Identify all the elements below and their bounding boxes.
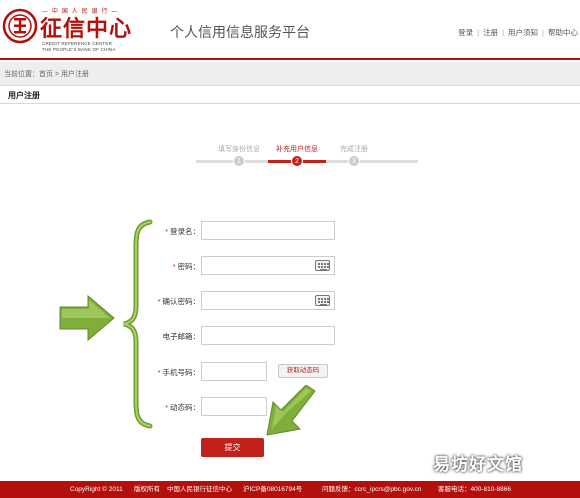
- nav-login-link[interactable]: 登录: [458, 28, 473, 37]
- footer-hotline: 客服电话：400-810-8866: [438, 486, 511, 493]
- nav-separator: |: [502, 28, 505, 37]
- nav-register-link[interactable]: 注册: [483, 28, 498, 37]
- submit-button[interactable]: 提交: [201, 438, 264, 457]
- nav-separator: |: [542, 28, 544, 37]
- credit-center-logo[interactable]: — 中 国 人 民 银 行 — 征信中心 CREDIT REFERENCE CE…: [2, 6, 134, 56]
- site-footer: CopyRight © 2011 版权所有 中国人民银行征信中心 沪ICP备08…: [0, 481, 580, 498]
- nav-separator: |: [477, 28, 480, 37]
- dynamic-code-input[interactable]: [201, 397, 267, 416]
- step-2-number: 2: [291, 155, 303, 167]
- seal-icon: [2, 8, 38, 44]
- required-mark: *: [165, 227, 168, 236]
- required-mark: *: [157, 297, 161, 306]
- email-row: 电子邮箱：: [140, 326, 360, 346]
- logo-name: 征信中心: [40, 16, 133, 42]
- footer-copyright: CopyRight © 2011: [70, 486, 123, 493]
- step-3-label: 完成注册: [340, 146, 368, 153]
- breadcrumb-bar: 当前位置：首页 > 用户注册: [0, 62, 580, 86]
- get-code-button[interactable]: 获取动态码: [278, 364, 328, 378]
- logo-english-line1: CREDIT REFERENCE CENTER: [42, 41, 113, 46]
- site-title: 个人信用信息服务平台: [170, 24, 310, 40]
- email-input[interactable]: [201, 326, 335, 345]
- login-name-row: * 登录名：: [140, 221, 360, 241]
- mobile-input[interactable]: [201, 362, 267, 381]
- confirm-password-label: * 确认密码：: [157, 297, 200, 306]
- breadcrumb: 当前位置：首页 > 用户注册: [4, 71, 89, 78]
- required-mark: *: [165, 403, 168, 412]
- confirm-password-row: * 确认密码：: [140, 291, 360, 311]
- watermark: 易坊好文馆: [433, 455, 523, 474]
- footer-rights: 版权所有: [134, 486, 160, 493]
- title-divider: [0, 103, 580, 104]
- required-mark: *: [172, 262, 176, 271]
- keyboard-icon[interactable]: [315, 260, 330, 271]
- password-input[interactable]: [201, 256, 335, 275]
- nav-help-link[interactable]: 帮助中心: [548, 28, 578, 37]
- dynamic-code-label: * 动态码：: [165, 403, 200, 412]
- confirm-password-input[interactable]: [201, 291, 335, 310]
- logo-english-line2: THE PEOPLE'S BANK OF CHINA: [42, 47, 116, 52]
- page-title: 用户注册: [8, 91, 40, 100]
- green-arrow-right-icon: [59, 294, 115, 342]
- step-1-label: 填写身份信息: [218, 146, 260, 153]
- footer-org: 中国人民银行征信中心: [167, 486, 232, 493]
- footer-feedback[interactable]: 问题反馈：ccrc_ipcrs@pbc.gov.cn: [322, 481, 421, 498]
- top-nav: 登录 | 注册 | 用户须知 | 帮助中心: [458, 27, 578, 38]
- mobile-label: * 手机号码：: [157, 368, 200, 377]
- site-header: — 中 国 人 民 银 行 — 征信中心 CREDIT REFERENCE CE…: [0, 0, 580, 60]
- email-label: 电子邮箱：: [162, 332, 201, 341]
- dynamic-code-row: * 动态码：: [140, 397, 360, 417]
- keyboard-icon[interactable]: [315, 295, 330, 306]
- step-1-number: 1: [233, 155, 245, 167]
- nav-manual-link[interactable]: 用户须知: [508, 28, 538, 37]
- login-name-label: * 登录名：: [165, 227, 200, 236]
- step-3-number: 3: [348, 155, 360, 167]
- registration-steps: 填写身份信息 1 补充用户信息 2 完成注册 3: [196, 144, 418, 168]
- password-label: * 密码：: [172, 262, 200, 271]
- footer-icp: 沪ICP备08016794号: [243, 486, 303, 493]
- step-2-label: 补充用户信息: [276, 146, 318, 153]
- mobile-row: * 手机号码： 获取动态码: [140, 362, 360, 382]
- required-mark: *: [157, 368, 161, 377]
- login-name-input[interactable]: [201, 221, 335, 240]
- password-row: * 密码：: [140, 256, 360, 276]
